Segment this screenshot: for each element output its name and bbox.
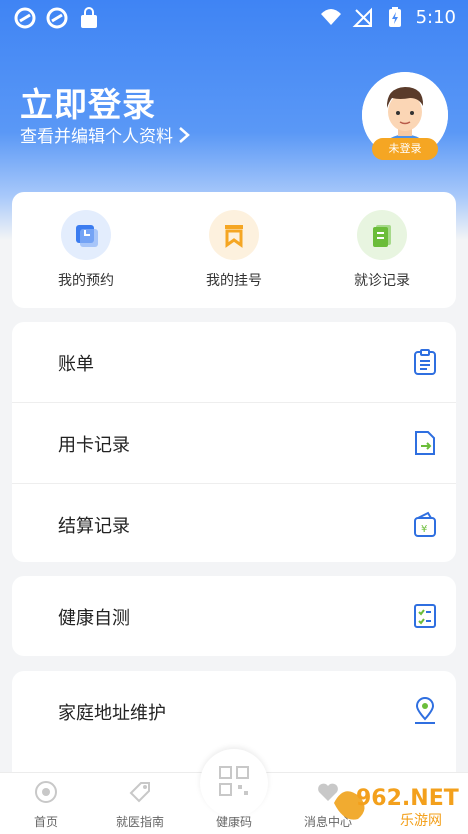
health-list-card: 健康自测 (12, 576, 456, 656)
list-item-label: 家庭地址维护 (58, 703, 166, 724)
list-item-card-record[interactable]: 用卡记录 (12, 403, 456, 484)
svg-text:¥: ¥ (421, 524, 427, 535)
quick-action-registrations[interactable]: 我的挂号 (174, 210, 294, 290)
list-item-label: 账单 (58, 354, 94, 375)
home-icon (35, 781, 57, 803)
clipboard-icon (414, 349, 436, 375)
login-title[interactable]: 立即登录 (20, 78, 156, 126)
watermark-logo: 962.NET 乐游网 (334, 786, 459, 829)
shopping-bag-icon (81, 7, 97, 28)
status-time: 5:10 (415, 6, 456, 28)
edit-profile-link[interactable]: 查看并编辑个人资料 (20, 122, 191, 147)
status-bar: 5:10 (0, 0, 468, 36)
login-status-badge: 未登录 (372, 138, 438, 160)
card-record-icon (415, 431, 435, 455)
list-item-bill[interactable]: 账单 (12, 322, 456, 403)
app-notification-icon (14, 7, 36, 29)
list-item-label: 结算记录 (58, 516, 130, 537)
nav-home[interactable]: 首页 (6, 779, 86, 830)
clock-icon (61, 210, 111, 260)
battery-charging-icon (388, 7, 401, 27)
watermark-text: 962.NET (356, 786, 459, 811)
watermark-sub: 乐游网 (400, 813, 442, 829)
list-item-label: 用卡记录 (58, 435, 130, 456)
health-code-button[interactable] (200, 749, 268, 817)
notebook-icon (357, 210, 407, 260)
bookmark-icon (209, 210, 259, 260)
nav-guide-label: 就医指南 (115, 815, 164, 829)
list-item-home-address[interactable]: 家庭地址维护 (12, 671, 456, 751)
list-item-label: 健康自测 (58, 608, 130, 629)
qr-code-icon (219, 766, 249, 796)
billing-list-card: 账单 用卡记录 结算记录 ¥ (12, 322, 456, 562)
checklist-icon (414, 604, 436, 628)
wifi-icon (320, 9, 341, 25)
tag-icon (129, 782, 150, 803)
quick-action-appointments[interactable]: 我的预约 (26, 210, 146, 290)
chevron-right-icon (179, 126, 190, 143)
quick-action-label: 我的挂号 (206, 273, 262, 289)
list-item-settlement[interactable]: 结算记录 ¥ (12, 484, 456, 564)
nav-guide[interactable]: 就医指南 (100, 779, 180, 830)
edit-profile-label: 查看并编辑个人资料 (20, 127, 173, 147)
app-notification-icon (46, 7, 68, 29)
no-signal-icon (352, 7, 372, 27)
quick-action-label: 就诊记录 (354, 273, 410, 289)
wallet-icon: ¥ (414, 511, 436, 537)
quick-actions-card: 我的预约 我的挂号 就诊记录 (12, 192, 456, 308)
location-pin-icon (415, 697, 435, 724)
quick-action-visit-records[interactable]: 就诊记录 (322, 210, 442, 290)
list-item-health-test[interactable]: 健康自测 (12, 576, 456, 656)
nav-home-label: 首页 (33, 815, 58, 829)
quick-action-label: 我的预约 (58, 273, 114, 289)
